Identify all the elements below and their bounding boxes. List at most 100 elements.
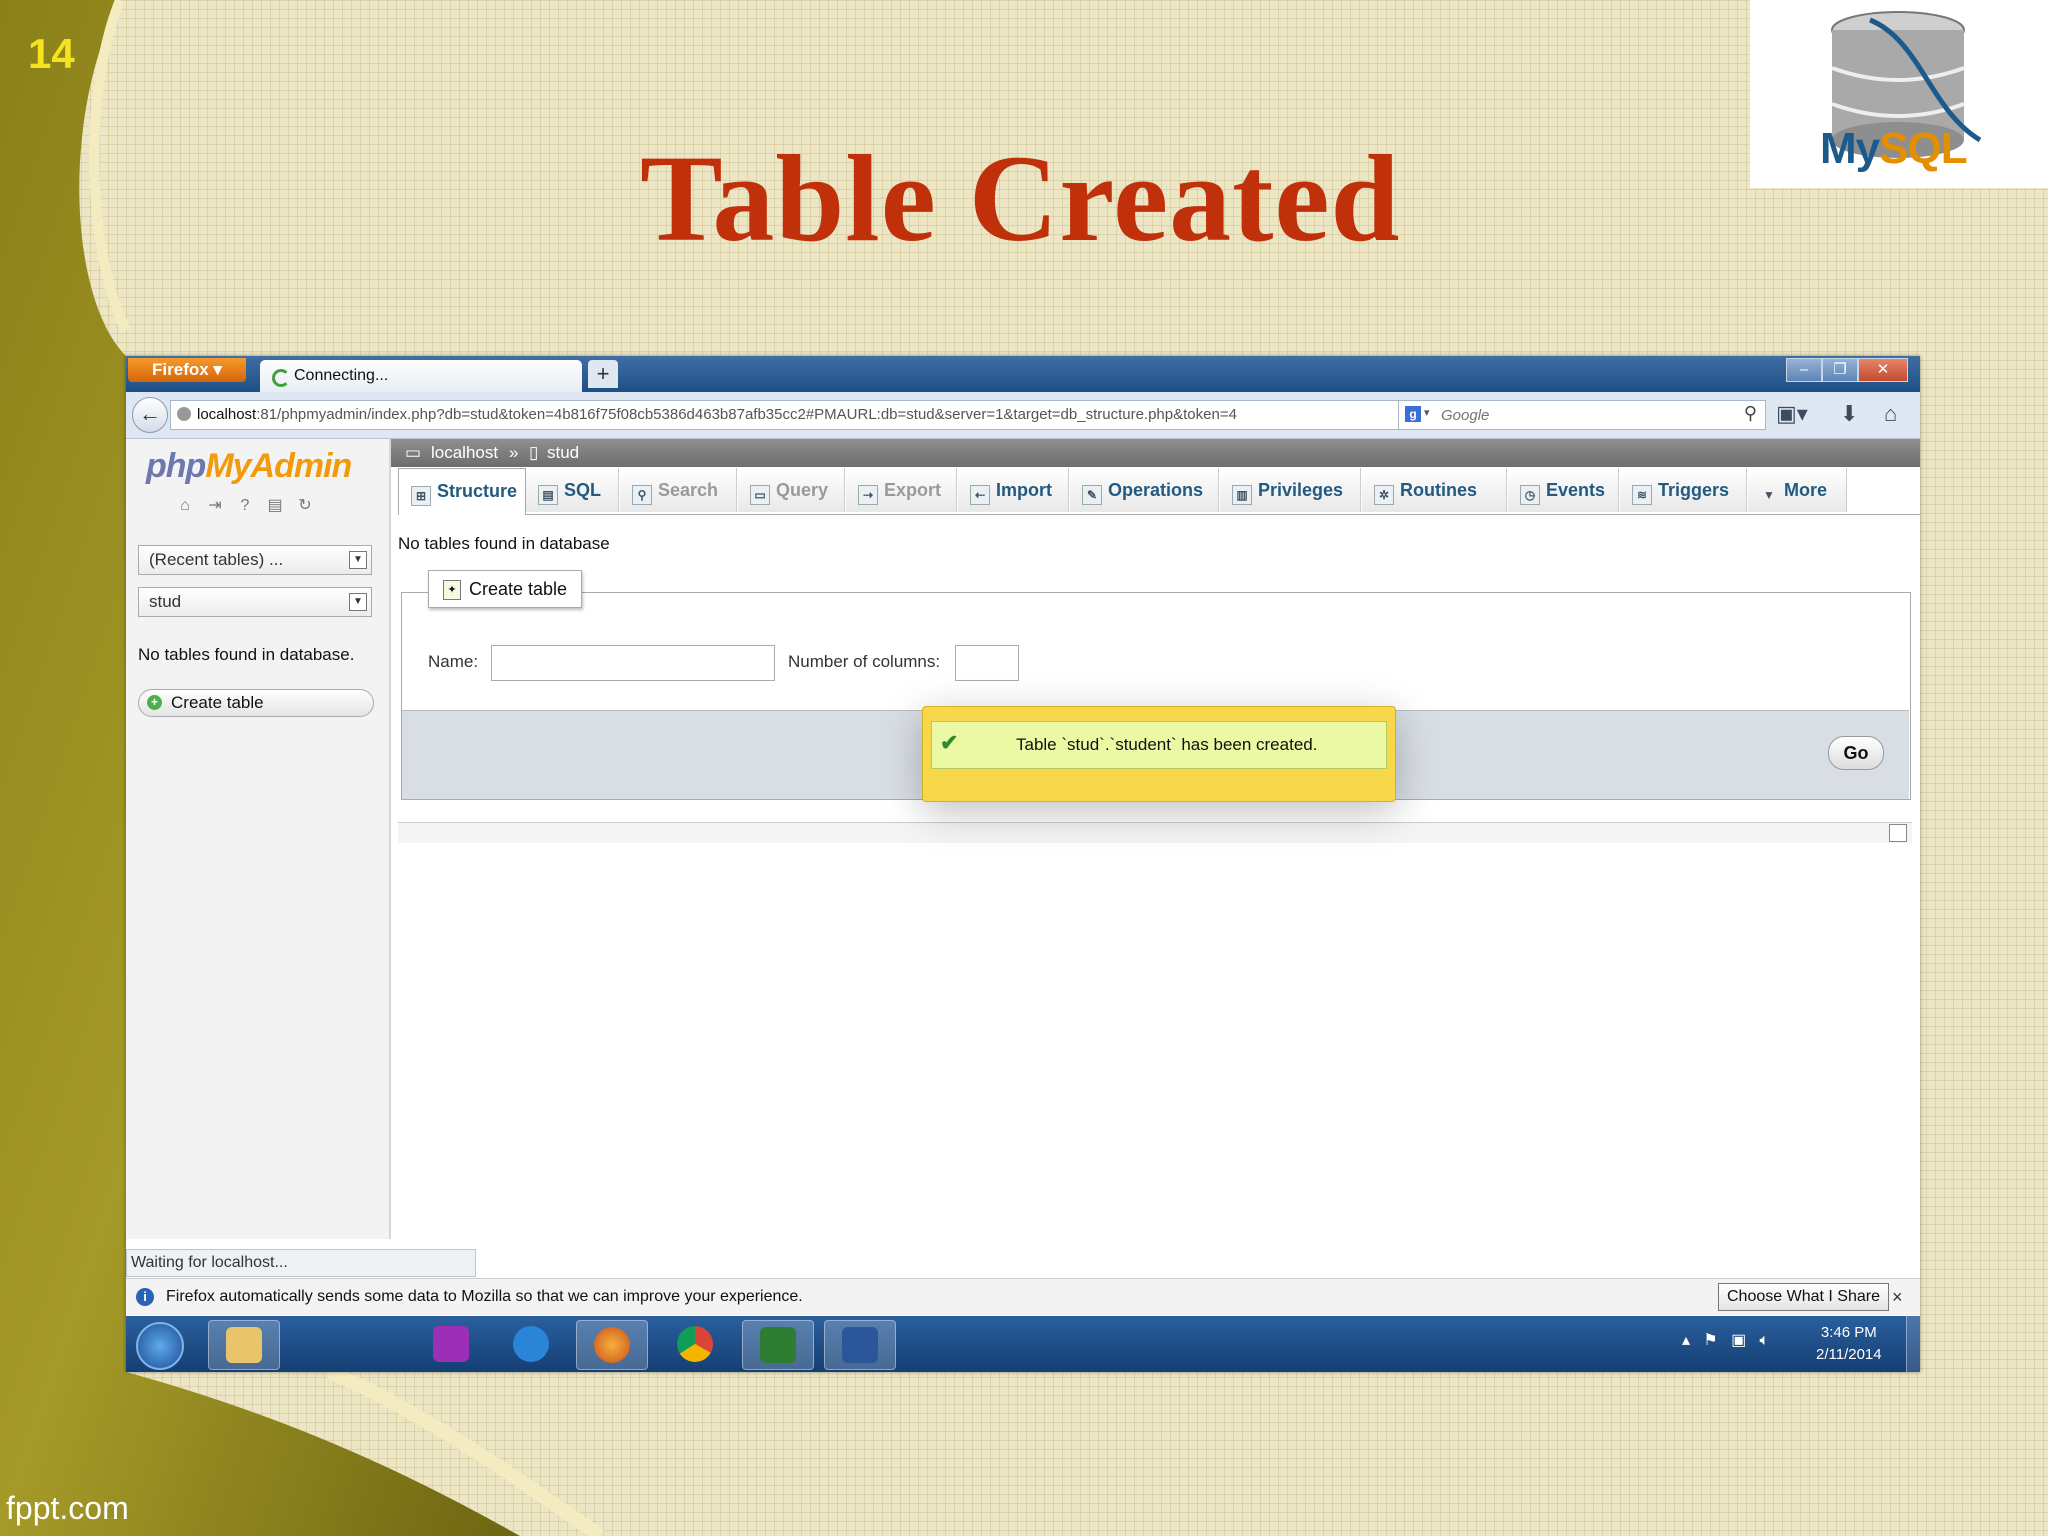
database-select-value: stud bbox=[149, 592, 182, 611]
browser-titlebar: Firefox ▾ Connecting... + – ❐ ✕ bbox=[126, 356, 1920, 392]
site-identity-icon[interactable] bbox=[177, 407, 191, 421]
phpmyadmin-logo[interactable]: phpMyAdmin bbox=[146, 447, 352, 486]
tab-events[interactable]: ◷ Events bbox=[1508, 468, 1619, 512]
tab-triggers[interactable]: ≋ Triggers bbox=[1620, 468, 1747, 512]
tab-sql[interactable]: ▤ SQL bbox=[526, 468, 619, 512]
columns-label: Number of columns: bbox=[788, 652, 941, 671]
bookmarks-menu-icon[interactable]: ▣▾ bbox=[1776, 401, 1808, 427]
tab-query[interactable]: ▭ Query bbox=[738, 468, 845, 512]
database-icon: ▯ bbox=[529, 443, 539, 462]
help-icon[interactable]: ? bbox=[236, 497, 254, 515]
chevron-down-icon: ▼ bbox=[1763, 488, 1775, 502]
info-icon: i bbox=[136, 1288, 154, 1306]
browser-status-bar: Waiting for localhost... bbox=[126, 1249, 476, 1277]
chevron-down-icon: ▼ bbox=[349, 551, 367, 569]
home-icon[interactable]: ⌂ bbox=[1884, 401, 1897, 427]
wand-icon bbox=[433, 1326, 469, 1362]
google-engine-icon[interactable]: g bbox=[1405, 406, 1421, 422]
word-icon bbox=[842, 1327, 878, 1363]
tab-search[interactable]: ⚲ Search bbox=[620, 468, 737, 512]
go-button[interactable]: Go bbox=[1828, 736, 1884, 770]
status-text: Waiting for localhost... bbox=[131, 1254, 288, 1271]
firefox-infobar: i Firefox automatically sends some data … bbox=[126, 1278, 1920, 1315]
show-desktop-button[interactable] bbox=[1906, 1316, 1920, 1372]
reload-icon[interactable]: ↻ bbox=[296, 497, 314, 515]
table-name-input[interactable] bbox=[491, 645, 775, 681]
checkmark-icon: ✔ bbox=[940, 730, 959, 755]
tab-privileges[interactable]: ▥ Privileges bbox=[1220, 468, 1361, 512]
downloads-icon[interactable]: ⬇ bbox=[1840, 401, 1858, 427]
search-bar[interactable]: g ▾ ⚲ bbox=[1398, 400, 1766, 430]
loading-spinner-icon bbox=[272, 369, 290, 387]
taskbar-app-wand[interactable] bbox=[416, 1320, 486, 1368]
close-window-button[interactable]: ✕ bbox=[1858, 358, 1908, 382]
taskbar-word[interactable] bbox=[824, 1320, 896, 1370]
tab-export[interactable]: ⇢ Export bbox=[846, 468, 957, 512]
browser-tab-label: Connecting... bbox=[294, 367, 389, 384]
taskbar-project[interactable] bbox=[742, 1320, 814, 1370]
recent-tables-select[interactable]: (Recent tables) ... ▼ bbox=[138, 545, 372, 575]
triggers-icon: ≋ bbox=[1632, 485, 1652, 505]
console-toggle-icon[interactable] bbox=[1889, 824, 1907, 842]
close-icon[interactable]: × bbox=[1892, 1279, 1903, 1315]
restore-button[interactable]: ❐ bbox=[1822, 358, 1858, 382]
search-input[interactable] bbox=[1439, 403, 1723, 427]
create-table-legend-label: Create table bbox=[469, 579, 568, 599]
system-tray: ▴ ⚑ ▣ 🔈︎ bbox=[1682, 1330, 1769, 1350]
wrench-icon: ✎ bbox=[1082, 485, 1102, 505]
taskbar-chrome[interactable] bbox=[660, 1320, 730, 1368]
no-tables-message: No tables found in database bbox=[398, 534, 610, 553]
clock-date: 2/11/2014 bbox=[1816, 1346, 1882, 1363]
browser-tab[interactable]: Connecting... bbox=[260, 360, 582, 392]
routines-icon: ✲ bbox=[1374, 485, 1394, 505]
import-icon: ⇠ bbox=[970, 485, 990, 505]
taskbar-clock[interactable]: 3:46 PM 2/11/2014 bbox=[1816, 1322, 1882, 1366]
logout-icon[interactable]: ⇥ bbox=[206, 497, 224, 515]
taskbar-internet-explorer[interactable] bbox=[496, 1320, 566, 1368]
firefox-menu-button[interactable]: Firefox ▾ bbox=[128, 358, 246, 382]
address-bar[interactable]: localhost:81/phpmyadmin/index.php?db=stu… bbox=[170, 400, 1510, 430]
pma-tabs: ⊞ Structure ▤ SQL ⚲ Search ▭ Query ⇢ Export ⇠… bbox=[398, 468, 1920, 515]
name-label: Name: bbox=[428, 652, 479, 671]
breadcrumb-database[interactable]: stud bbox=[547, 439, 579, 467]
sidebar-icon-row: ⌂ ⇥? ▤ ↻ bbox=[176, 497, 326, 515]
database-select[interactable]: stud ▼ bbox=[138, 587, 372, 617]
sidebar-create-table-label: Create table bbox=[171, 693, 264, 712]
number-of-columns-input[interactable] bbox=[955, 645, 1019, 681]
engine-dropdown-icon[interactable]: ▾ bbox=[1424, 406, 1430, 419]
choose-what-i-share-button[interactable]: Choose What I Share bbox=[1718, 1283, 1889, 1311]
privileges-icon: ▥ bbox=[1232, 485, 1252, 505]
tray-expand-icon[interactable]: ▴ bbox=[1682, 1332, 1690, 1349]
minimize-button[interactable]: – bbox=[1786, 358, 1822, 382]
address-url: localhost:81/phpmyadmin/index.php?db=stu… bbox=[197, 406, 1237, 423]
mysql-logo: MySQL bbox=[1750, 0, 2048, 188]
taskbar-explorer[interactable] bbox=[208, 1320, 280, 1370]
sql-icon: ▤ bbox=[538, 485, 558, 505]
taskbar-firefox[interactable] bbox=[576, 1320, 648, 1370]
home-icon[interactable]: ⌂ bbox=[176, 497, 194, 515]
flag-icon[interactable]: ⚑ bbox=[1703, 1332, 1717, 1349]
tab-structure[interactable]: ⊞ Structure bbox=[398, 468, 526, 515]
export-icon: ⇢ bbox=[858, 485, 878, 505]
chrome-icon bbox=[677, 1326, 713, 1362]
server-icon: ▭ bbox=[405, 443, 422, 462]
breadcrumb-separator: » bbox=[509, 443, 519, 462]
network-icon[interactable]: ▣ bbox=[1731, 1332, 1746, 1349]
pma-sidebar: phpMyAdmin ⌂ ⇥? ▤ ↻ (Recent tables) ... ▼ s… bbox=[126, 439, 391, 1239]
tab-import[interactable]: ⇠ Import bbox=[958, 468, 1069, 512]
search-icon[interactable]: ⚲ bbox=[1744, 403, 1757, 424]
tab-operations[interactable]: ✎ Operations bbox=[1070, 468, 1219, 512]
docs-icon[interactable]: ▤ bbox=[266, 497, 284, 515]
tab-routines[interactable]: ✲ Routines bbox=[1362, 468, 1507, 512]
browser-window: Firefox ▾ Connecting... + – ❐ ✕ ← localh… bbox=[126, 356, 1920, 1372]
tab-more[interactable]: ▼ More bbox=[1748, 468, 1847, 512]
volume-icon[interactable]: 🔈︎ bbox=[1760, 1332, 1770, 1349]
breadcrumb-server[interactable]: localhost bbox=[431, 439, 498, 467]
notification-body: ✔ Table `stud`.`student` has been create… bbox=[931, 721, 1387, 769]
start-button[interactable] bbox=[136, 1322, 184, 1370]
sidebar-create-table-button[interactable]: + Create table bbox=[138, 689, 374, 717]
back-arrow-icon[interactable]: ← bbox=[132, 397, 168, 433]
new-tab-button[interactable]: + bbox=[588, 360, 618, 388]
plus-icon: + bbox=[147, 695, 162, 710]
notification-message: Table `stud`.`student` has been created. bbox=[1016, 735, 1318, 754]
